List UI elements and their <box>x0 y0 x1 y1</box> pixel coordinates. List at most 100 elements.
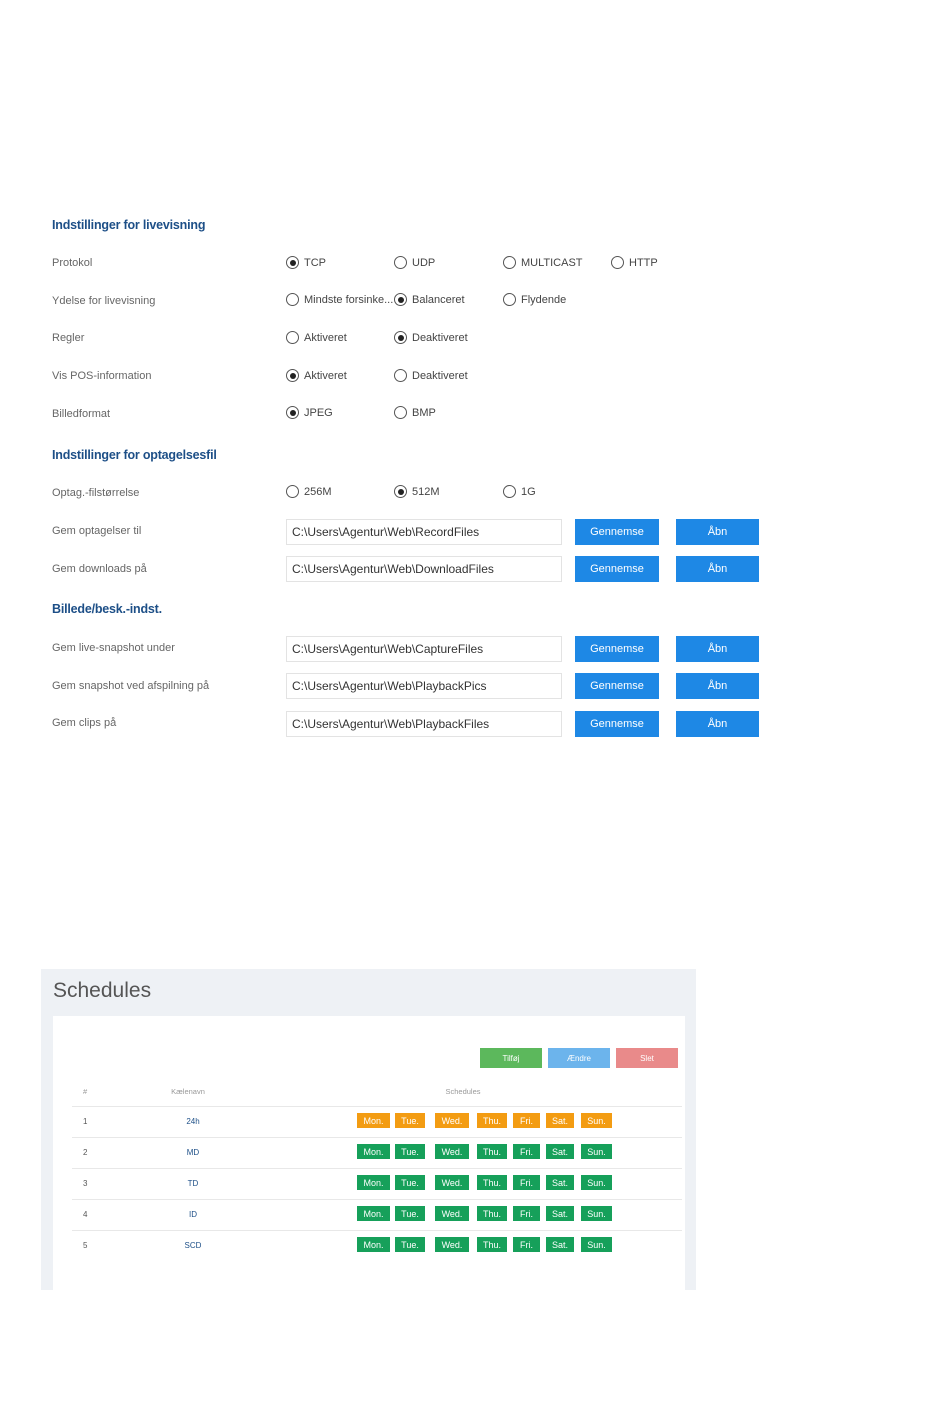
radio-format-jpeg[interactable]: JPEG <box>286 406 333 419</box>
record-settings-title: Indstillinger for optagelsesfil <box>52 448 217 462</box>
radio-protocol-udp[interactable]: UDP <box>394 256 435 269</box>
rules-label: Regler <box>52 332 85 344</box>
radio-label: Deaktiveret <box>412 331 468 344</box>
day-badge: Wed. <box>435 1113 469 1128</box>
radio-pos-enabled[interactable]: Aktiveret <box>286 369 347 382</box>
day-badge: Mon. <box>357 1175 390 1190</box>
day-badge: Mon. <box>357 1206 390 1221</box>
radio-indicator <box>394 369 407 382</box>
edit-schedule-button[interactable]: Ændre <box>548 1048 610 1068</box>
protocol-label: Protokol <box>52 257 93 269</box>
table-row[interactable]: 1 24h Mon. Tue. Wed. Thu. Fri. Sat. Sun. <box>72 1106 682 1137</box>
header-schedules: Schedules <box>445 1087 481 1096</box>
playback-pics-input[interactable] <box>286 673 562 699</box>
radio-indicator <box>503 256 516 269</box>
radio-indicator <box>286 331 299 344</box>
radio-indicator <box>394 293 407 306</box>
table-row[interactable]: 5 SCD Mon. Tue. Wed. Thu. Fri. Sat. Sun. <box>72 1230 682 1261</box>
radio-label: 1G <box>521 485 536 498</box>
radio-indicator <box>611 256 624 269</box>
day-badge: Fri. <box>513 1175 540 1190</box>
file-size-label: Optag.-filstørrelse <box>52 487 140 499</box>
radio-performance-min-delay[interactable]: Mindste forsinke... <box>286 293 393 306</box>
radio-indicator <box>286 369 299 382</box>
record-browse-button[interactable]: Gennemse <box>575 519 659 545</box>
row-number: 3 <box>83 1179 88 1188</box>
radio-indicator <box>394 256 407 269</box>
radio-label: 256M <box>304 485 332 498</box>
day-badge: Fri. <box>513 1237 540 1252</box>
capture-open-button[interactable]: Åbn <box>676 636 759 662</box>
clips-path-label: Gem clips på <box>52 717 117 729</box>
radio-size-512m[interactable]: 512M <box>394 485 440 498</box>
download-path-label: Gem downloads på <box>52 563 147 575</box>
radio-label: BMP <box>412 406 436 419</box>
delete-schedule-button[interactable]: Slet <box>616 1048 678 1068</box>
image-format-label: Billedformat <box>52 408 111 420</box>
day-badge: Sat. <box>546 1144 574 1159</box>
playback-pics-open-button[interactable]: Åbn <box>676 673 759 699</box>
day-badge: Fri. <box>513 1113 540 1128</box>
radio-pos-disabled[interactable]: Deaktiveret <box>394 369 468 382</box>
row-nickname: SCD <box>184 1241 202 1250</box>
radio-label: TCP <box>304 256 326 269</box>
record-path-input[interactable] <box>286 519 562 545</box>
row-number: 5 <box>83 1241 88 1250</box>
day-badge: Thu. <box>477 1237 507 1252</box>
day-badge: Sun. <box>581 1113 612 1128</box>
capture-path-input[interactable] <box>286 636 562 662</box>
day-badge: Sun. <box>581 1206 612 1221</box>
table-row[interactable]: 4 ID Mon. Tue. Wed. Thu. Fri. Sat. Sun. <box>72 1199 682 1230</box>
day-badge: Wed. <box>435 1206 469 1221</box>
download-path-input[interactable] <box>286 556 562 582</box>
pos-info-label: Vis POS-information <box>52 370 152 382</box>
radio-size-256m[interactable]: 256M <box>286 485 332 498</box>
add-schedule-button[interactable]: Tilføj <box>480 1048 542 1068</box>
clips-browse-button[interactable]: Gennemse <box>575 711 659 737</box>
schedules-card: Tilføj Ændre Slet # Kælenavn Schedules 1… <box>53 1016 685 1290</box>
radio-protocol-http[interactable]: HTTP <box>611 256 658 269</box>
radio-label: Flydende <box>521 293 567 306</box>
schedules-panel: Schedules Tilføj Ændre Slet # Kælenavn S… <box>41 969 696 1290</box>
radio-format-bmp[interactable]: BMP <box>394 406 436 419</box>
day-badge: Thu. <box>477 1144 507 1159</box>
radio-performance-fluent[interactable]: Flydende <box>503 293 566 306</box>
clips-path-input[interactable] <box>286 711 562 737</box>
day-badge: Mon. <box>357 1113 390 1128</box>
radio-performance-balanced[interactable]: Balanceret <box>394 293 465 306</box>
download-open-button[interactable]: Åbn <box>676 556 759 582</box>
radio-size-1g[interactable]: 1G <box>503 485 536 498</box>
radio-rules-enabled[interactable]: Aktiveret <box>286 331 347 344</box>
day-badge: Sun. <box>581 1144 612 1159</box>
record-open-button[interactable]: Åbn <box>676 519 759 545</box>
radio-label: Aktiveret <box>304 369 347 382</box>
row-number: 4 <box>83 1210 88 1219</box>
day-badge: Sat. <box>546 1175 574 1190</box>
capture-browse-button[interactable]: Gennemse <box>575 636 659 662</box>
download-browse-button[interactable]: Gennemse <box>575 556 659 582</box>
day-badge: Sat. <box>546 1113 574 1128</box>
day-badge: Mon. <box>357 1237 390 1252</box>
day-badge: Wed. <box>435 1175 469 1190</box>
table-row[interactable]: 3 TD Mon. Tue. Wed. Thu. Fri. Sat. Sun. <box>72 1168 682 1199</box>
radio-protocol-tcp[interactable]: TCP <box>286 256 326 269</box>
playback-pics-browse-button[interactable]: Gennemse <box>575 673 659 699</box>
day-badge: Fri. <box>513 1144 540 1159</box>
row-number: 1 <box>83 1117 88 1126</box>
radio-protocol-multicast[interactable]: MULTICAST <box>503 256 583 269</box>
radio-rules-disabled[interactable]: Deaktiveret <box>394 331 468 344</box>
radio-indicator <box>394 485 407 498</box>
radio-indicator <box>286 256 299 269</box>
day-badge: Mon. <box>357 1144 390 1159</box>
radio-indicator <box>394 406 407 419</box>
header-nickname: Kælenavn <box>171 1087 205 1096</box>
radio-label: Balanceret <box>412 293 465 306</box>
row-number: 2 <box>83 1148 88 1157</box>
radio-indicator <box>394 331 407 344</box>
clips-open-button[interactable]: Åbn <box>676 711 759 737</box>
day-badge: Thu. <box>477 1113 507 1128</box>
live-settings-title: Indstillinger for livevisning <box>52 218 206 232</box>
day-badge: Sun. <box>581 1237 612 1252</box>
table-row[interactable]: 2 MD Mon. Tue. Wed. Thu. Fri. Sat. Sun. <box>72 1137 682 1168</box>
radio-label: Deaktiveret <box>412 369 468 382</box>
